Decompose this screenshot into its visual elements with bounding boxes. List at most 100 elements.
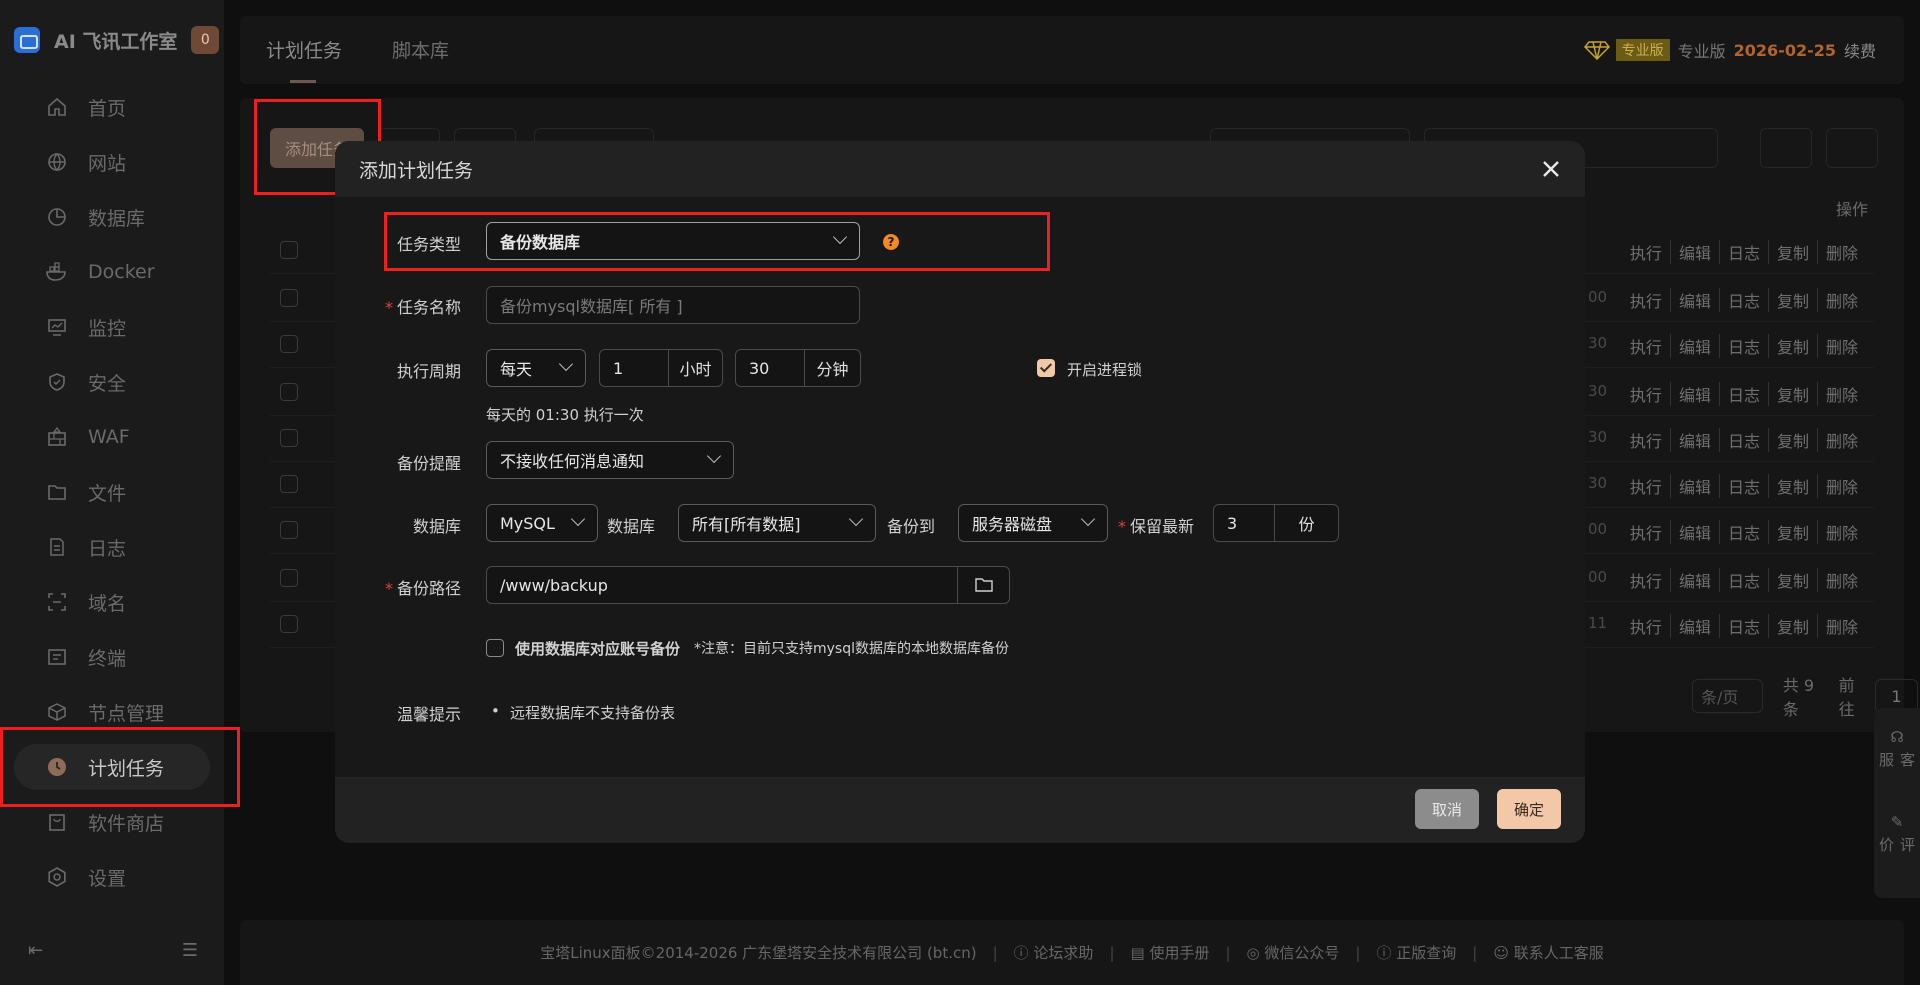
delete-link[interactable]: 删除: [1818, 382, 1866, 406]
sidebar-item-domain[interactable]: 域名: [14, 579, 210, 625]
row-checkbox[interactable]: [280, 289, 298, 307]
edit-link[interactable]: 编辑: [1671, 520, 1720, 544]
backup-to-select[interactable]: 服务器磁盘: [958, 504, 1108, 542]
edit-link[interactable]: 编辑: [1671, 382, 1720, 406]
menu-list-icon[interactable]: ☰: [182, 940, 198, 961]
edit-link[interactable]: 编辑: [1671, 428, 1720, 452]
sidebar-item-terminal[interactable]: 终端: [14, 634, 210, 680]
delete-link[interactable]: 删除: [1818, 520, 1866, 544]
copy-link[interactable]: 复制: [1769, 334, 1818, 358]
row-checkbox[interactable]: [280, 475, 298, 493]
settings-button[interactable]: [1826, 128, 1878, 168]
row-checkbox[interactable]: [280, 383, 298, 401]
sidebar-item-database[interactable]: 数据库: [14, 194, 210, 240]
folder-browse-button[interactable]: [957, 567, 1009, 603]
cycle-select[interactable]: 每天: [486, 349, 586, 387]
sidebar-item-home[interactable]: 首页: [14, 84, 210, 130]
db-select[interactable]: 所有[所有数据]: [678, 504, 876, 542]
log-link[interactable]: 日志: [1720, 474, 1769, 498]
run-link[interactable]: 执行: [1622, 520, 1671, 544]
keep-latest-input[interactable]: 3 份: [1213, 504, 1339, 542]
confirm-button[interactable]: 确定: [1497, 789, 1561, 829]
delete-link[interactable]: 删除: [1818, 614, 1866, 638]
row-checkbox[interactable]: [280, 429, 298, 447]
log-link[interactable]: 日志: [1720, 382, 1769, 406]
log-link[interactable]: 日志: [1720, 288, 1769, 312]
edit-link[interactable]: 编辑: [1671, 288, 1720, 312]
row-checkbox[interactable]: [280, 335, 298, 353]
hour-input[interactable]: 1 小时: [599, 349, 723, 387]
sidebar-item-logs[interactable]: 日志: [14, 524, 210, 570]
delete-link[interactable]: 删除: [1818, 474, 1866, 498]
edit-link[interactable]: 编辑: [1671, 240, 1720, 264]
notification-badge[interactable]: 0: [191, 26, 220, 54]
run-link[interactable]: 执行: [1622, 334, 1671, 358]
run-link[interactable]: 执行: [1622, 428, 1671, 452]
manual-link[interactable]: ▤ 使用手册: [1131, 942, 1210, 963]
forum-link[interactable]: ⓘ 论坛求助: [1014, 942, 1094, 963]
wechat-link[interactable]: ◎ 微信公众号: [1247, 942, 1340, 963]
copyright: 宝塔Linux面板©2014-2026 广东堡塔安全技术有限公司 (bt.cn): [540, 944, 977, 962]
page-size-select[interactable]: 条/页: [1692, 679, 1763, 713]
copy-link[interactable]: 复制: [1769, 288, 1818, 312]
edit-link[interactable]: 编辑: [1671, 614, 1720, 638]
run-link[interactable]: 执行: [1622, 288, 1671, 312]
review-button[interactable]: 评价: [1876, 837, 1918, 868]
db-type-select[interactable]: MySQL: [486, 504, 598, 542]
log-link[interactable]: 日志: [1720, 334, 1769, 358]
sidebar-item-security[interactable]: 安全: [14, 359, 210, 405]
run-link[interactable]: 执行: [1622, 240, 1671, 264]
row-checkbox[interactable]: [280, 241, 298, 259]
genuine-link[interactable]: ⓘ 正版查询: [1376, 942, 1456, 963]
copy-link[interactable]: 复制: [1769, 520, 1818, 544]
use-account-checkbox[interactable]: [486, 639, 504, 657]
delete-link[interactable]: 删除: [1818, 240, 1866, 264]
close-icon[interactable]: [1539, 157, 1563, 181]
run-link[interactable]: 执行: [1622, 474, 1671, 498]
edit-link[interactable]: 编辑: [1671, 568, 1720, 592]
log-link[interactable]: 日志: [1720, 240, 1769, 264]
edit-link[interactable]: 编辑: [1671, 474, 1720, 498]
edit-link[interactable]: 编辑: [1671, 334, 1720, 358]
row-checkbox[interactable]: [280, 521, 298, 539]
sidebar-item-waf[interactable]: WAF: [14, 414, 210, 460]
sidebar-item-docker[interactable]: Docker: [14, 249, 210, 295]
delete-link[interactable]: 删除: [1818, 288, 1866, 312]
total-count: 共 9 条: [1782, 676, 1815, 719]
sidebar-item-files[interactable]: 文件: [14, 469, 210, 515]
refresh-button[interactable]: [1760, 128, 1812, 168]
copy-link[interactable]: 复制: [1769, 240, 1818, 264]
task-name-input[interactable]: 备份mysql数据库[ 所有 ]: [486, 286, 860, 324]
tab-script-library[interactable]: 脚本库: [392, 36, 449, 63]
renew-link[interactable]: 续费: [1844, 38, 1876, 62]
tab-cron-tasks[interactable]: 计划任务: [266, 36, 342, 63]
sidebar-item-settings[interactable]: 设置: [14, 854, 210, 900]
run-link[interactable]: 执行: [1622, 568, 1671, 592]
minute-input[interactable]: 30 分钟: [735, 349, 861, 387]
cancel-button[interactable]: 取消: [1415, 789, 1479, 829]
delete-link[interactable]: 删除: [1818, 428, 1866, 452]
log-link[interactable]: 日志: [1720, 428, 1769, 452]
log-link[interactable]: 日志: [1720, 568, 1769, 592]
log-link[interactable]: 日志: [1720, 614, 1769, 638]
customer-service-button[interactable]: 客服: [1876, 752, 1918, 783]
notify-select[interactable]: 不接收任何消息通知: [486, 441, 734, 479]
run-link[interactable]: 执行: [1622, 382, 1671, 406]
delete-link[interactable]: 删除: [1818, 334, 1866, 358]
sidebar-item-website[interactable]: 网站: [14, 139, 210, 185]
row-checkbox[interactable]: [280, 569, 298, 587]
row-checkbox[interactable]: [280, 615, 298, 633]
copy-link[interactable]: 复制: [1769, 474, 1818, 498]
copy-link[interactable]: 复制: [1769, 382, 1818, 406]
copy-link[interactable]: 复制: [1769, 614, 1818, 638]
delete-link[interactable]: 删除: [1818, 568, 1866, 592]
log-link[interactable]: 日志: [1720, 520, 1769, 544]
collapse-sidebar-icon[interactable]: ⇤: [28, 940, 43, 961]
process-lock-checkbox[interactable]: [1037, 359, 1055, 377]
sidebar-item-monitor[interactable]: 监控: [14, 304, 210, 350]
copy-link[interactable]: 复制: [1769, 428, 1818, 452]
support-link[interactable]: ☺ 联系人工客服: [1493, 942, 1603, 963]
backup-path-input[interactable]: /www/backup: [486, 566, 1010, 604]
copy-link[interactable]: 复制: [1769, 568, 1818, 592]
run-link[interactable]: 执行: [1622, 614, 1671, 638]
